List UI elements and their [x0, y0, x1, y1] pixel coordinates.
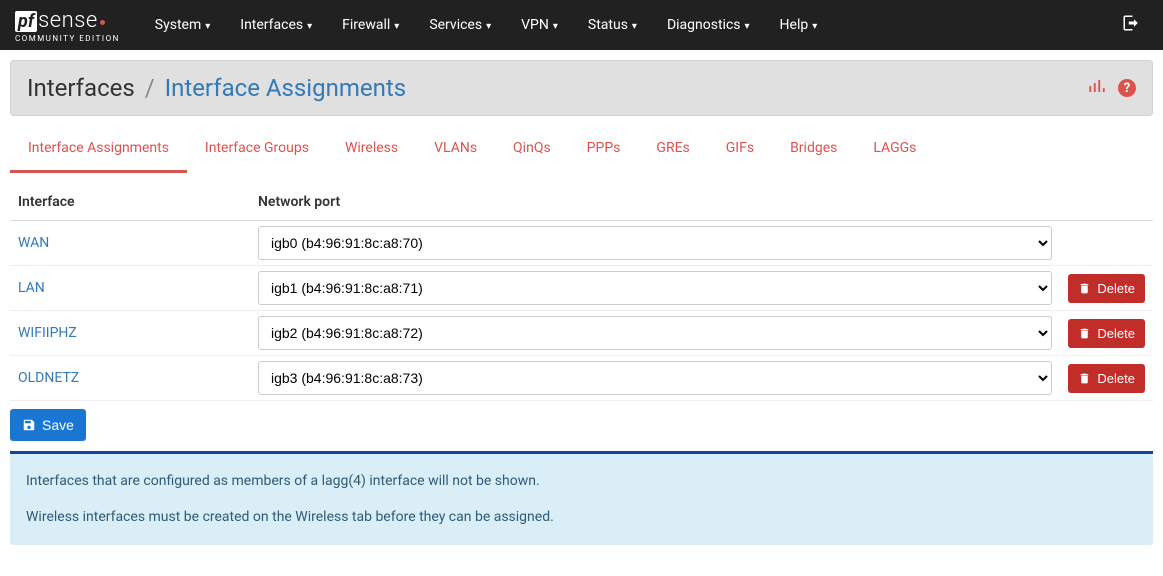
logo-dot-icon — [100, 20, 105, 25]
logo-edition: COMMUNITY EDITION — [15, 34, 120, 43]
nav-item-status[interactable]: Status▾ — [573, 2, 652, 48]
top-navbar: pf sense COMMUNITY EDITION System▾ Inter… — [0, 0, 1163, 50]
stats-icon[interactable] — [1088, 79, 1106, 97]
nav-item-diagnostics[interactable]: Diagnostics▾ — [652, 2, 765, 48]
nav-item-services[interactable]: Services▾ — [414, 2, 506, 48]
tab-qinqs[interactable]: QinQs — [495, 126, 569, 170]
interface-link-lan[interactable]: LAN — [18, 280, 45, 296]
caret-down-icon: ▾ — [486, 21, 491, 32]
save-icon — [22, 418, 36, 432]
logout-icon[interactable] — [1114, 14, 1148, 37]
caret-down-icon: ▾ — [205, 21, 210, 32]
nav-item-interfaces[interactable]: Interfaces▾ — [225, 2, 327, 48]
table-row: WAN igb0 (b4:96:91:8c:a8:70) — [10, 221, 1153, 266]
tab-gres[interactable]: GREs — [638, 126, 707, 170]
network-port-select-oldnetz[interactable]: igb3 (b4:96:91:8c:a8:73) — [258, 361, 1052, 395]
page-header: Interfaces / Interface Assignments ? — [10, 60, 1153, 116]
tab-interface-assignments[interactable]: Interface Assignments — [10, 126, 187, 170]
network-port-select-lan[interactable]: igb1 (b4:96:91:8c:a8:71) — [258, 271, 1052, 305]
delete-button-lan[interactable]: Delete — [1068, 274, 1145, 303]
info-line-1: Interfaces that are configured as member… — [26, 472, 1137, 492]
delete-button-oldnetz[interactable]: Delete — [1068, 364, 1145, 393]
caret-down-icon: ▾ — [745, 21, 750, 32]
table-row: WIFIIPHZ igb2 (b4:96:91:8c:a8:72) Delete — [10, 311, 1153, 356]
col-header-interface: Interface — [10, 184, 250, 221]
caret-down-icon: ▾ — [632, 21, 637, 32]
info-line-2: Wireless interfaces must be created on t… — [26, 508, 1137, 528]
page-title: Interfaces / Interface Assignments — [27, 74, 406, 102]
nav-menu: System▾ Interfaces▾ Firewall▾ Services▾ … — [140, 2, 1114, 48]
logo-prefix: pf — [15, 11, 37, 32]
interface-link-wan[interactable]: WAN — [18, 235, 49, 251]
trash-icon — [1078, 282, 1091, 295]
delete-button-wifiiphz[interactable]: Delete — [1068, 319, 1145, 348]
info-panel: Interfaces that are configured as member… — [10, 451, 1153, 545]
brand-logo[interactable]: pf sense COMMUNITY EDITION — [15, 8, 120, 43]
trash-icon — [1078, 327, 1091, 340]
caret-down-icon: ▾ — [812, 21, 817, 32]
interface-assignments-table: Interface Network port WAN igb0 (b4:96:91… — [10, 184, 1153, 401]
interface-link-oldnetz[interactable]: OLDNETZ — [18, 370, 79, 386]
tab-gifs[interactable]: GIFs — [708, 126, 772, 170]
col-header-port: Network port — [250, 184, 1060, 221]
table-row: OLDNETZ igb3 (b4:96:91:8c:a8:73) Delete — [10, 356, 1153, 401]
nav-item-help[interactable]: Help▾ — [765, 2, 833, 48]
tab-bridges[interactable]: Bridges — [772, 126, 855, 170]
tab-wireless[interactable]: Wireless — [327, 126, 416, 170]
nav-item-system[interactable]: System▾ — [140, 2, 225, 48]
caret-down-icon: ▾ — [394, 21, 399, 32]
trash-icon — [1078, 372, 1091, 385]
network-port-select-wan[interactable]: igb0 (b4:96:91:8c:a8:70) — [258, 226, 1052, 260]
interface-link-wifiiphz[interactable]: WIFIIPHZ — [18, 325, 77, 341]
tab-vlans[interactable]: VLANs — [416, 126, 495, 170]
nav-item-vpn[interactable]: VPN▾ — [506, 2, 573, 48]
nav-item-firewall[interactable]: Firewall▾ — [327, 2, 414, 48]
network-port-select-wifiiphz[interactable]: igb2 (b4:96:91:8c:a8:72) — [258, 316, 1052, 350]
logo-suffix: sense — [38, 8, 98, 33]
caret-down-icon: ▾ — [307, 21, 312, 32]
table-row: LAN igb1 (b4:96:91:8c:a8:71) Delete — [10, 266, 1153, 311]
save-button[interactable]: Save — [10, 409, 86, 441]
caret-down-icon: ▾ — [553, 21, 558, 32]
tab-interface-groups[interactable]: Interface Groups — [187, 126, 327, 170]
tab-ppps[interactable]: PPPs — [569, 126, 639, 170]
tab-bar: Interface AssignmentsInterface GroupsWir… — [10, 126, 1153, 174]
help-icon[interactable]: ? — [1118, 79, 1136, 97]
tab-laggs[interactable]: LAGGs — [855, 126, 934, 170]
